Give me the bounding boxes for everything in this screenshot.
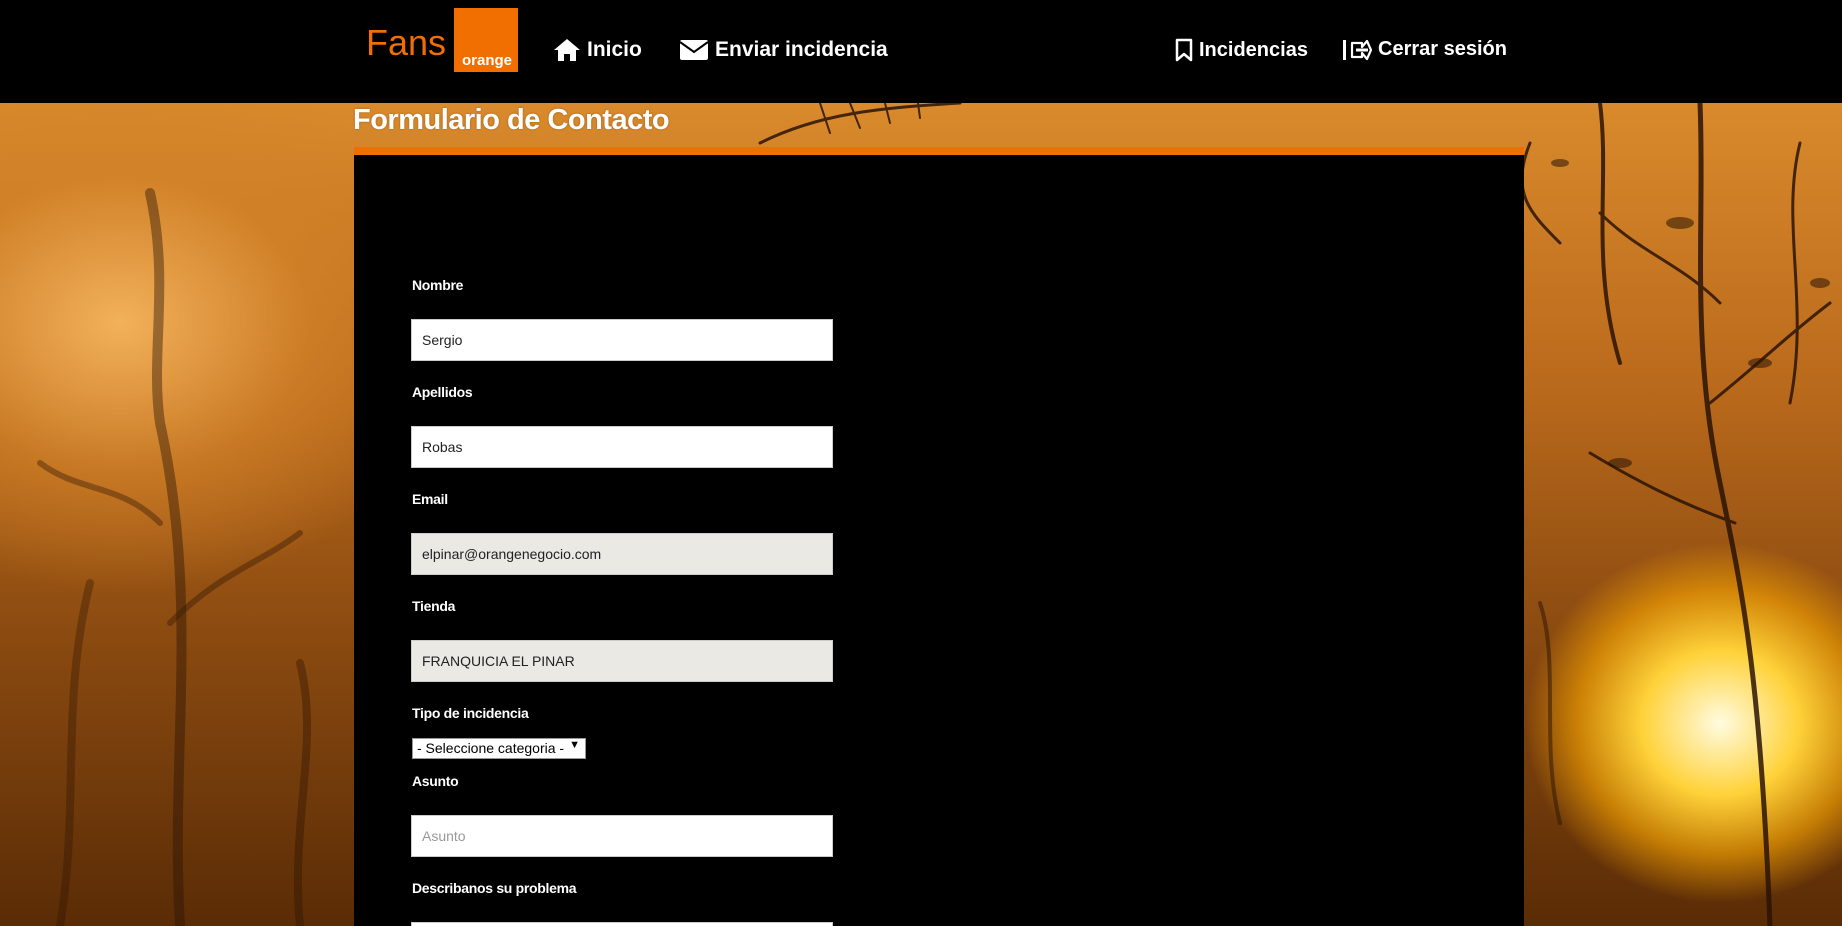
nav-home-label: Inicio: [587, 38, 642, 61]
tipo-incidencia-selected-value: - Seleccione categoria -: [417, 740, 565, 756]
nav-home-link[interactable]: Inicio: [553, 38, 642, 62]
orange-logo[interactable]: orange: [454, 8, 518, 72]
problema-label: Describanos su problema: [412, 880, 577, 896]
nav-incidents-link[interactable]: Incidencias: [1175, 38, 1308, 62]
problema-textarea[interactable]: [411, 922, 833, 926]
apellidos-label: Apellidos: [412, 384, 473, 400]
tipo-incidencia-label: Tipo de incidencia: [412, 705, 529, 721]
email-label: Email: [412, 491, 448, 507]
logo-fans-text[interactable]: Fans: [366, 22, 446, 64]
envelope-icon: [679, 40, 709, 60]
page-title: Formulario de Contacto: [353, 104, 670, 136]
tienda-label: Tienda: [412, 598, 456, 614]
tienda-field[interactable]: [411, 640, 833, 682]
nav-logout-link[interactable]: Cerrar sesión: [1342, 38, 1507, 61]
nombre-field[interactable]: [411, 319, 833, 361]
nav-logout-label: Cerrar sesión: [1378, 38, 1507, 60]
apellidos-field[interactable]: [411, 426, 833, 468]
nombre-label: Nombre: [412, 277, 464, 293]
nav-send-incident-link[interactable]: Enviar incidencia: [679, 38, 888, 62]
title-accent-bar: [354, 147, 1524, 155]
nav-incidents-label: Incidencias: [1199, 38, 1308, 61]
email-field[interactable]: [411, 533, 833, 575]
tipo-incidencia-select[interactable]: - Seleccione categoria - ▼: [412, 738, 586, 759]
top-navigation-bar: Fans orange Inicio Enviar incidencia Inc…: [0, 0, 1842, 103]
bookmark-icon: [1175, 38, 1193, 62]
logout-icon: [1343, 39, 1372, 60]
home-icon: [554, 39, 580, 61]
asunto-field[interactable]: [411, 815, 833, 857]
orange-logo-text: orange: [461, 52, 512, 69]
asunto-label: Asunto: [412, 773, 459, 789]
nav-send-incident-label: Enviar incidencia: [715, 38, 888, 61]
chevron-down-icon: ▼: [569, 739, 580, 751]
